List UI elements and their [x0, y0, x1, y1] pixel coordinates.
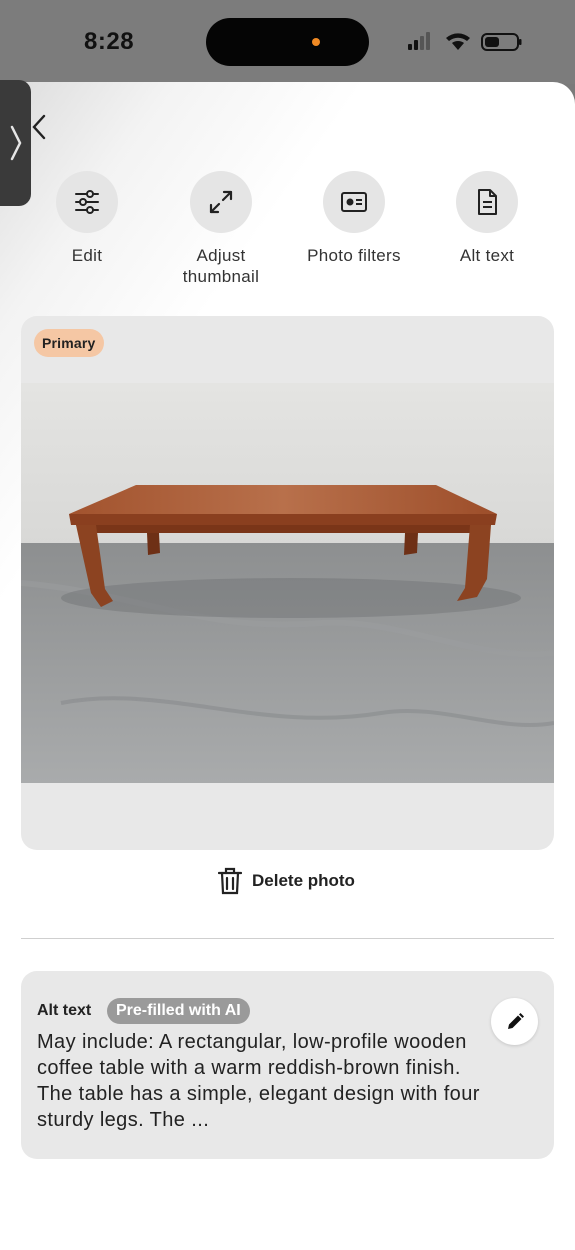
status-icons — [408, 30, 528, 54]
sliders-icon — [75, 190, 99, 214]
pencil-icon — [507, 1012, 524, 1029]
primary-badge: Primary — [34, 329, 104, 357]
ai-prefilled-badge: Pre-filled with AI — [107, 998, 250, 1024]
expand-arrows-icon — [209, 190, 233, 214]
status-bar: 8:28 — [0, 0, 575, 84]
edit-label: Edit — [71, 246, 103, 265]
alt-text-body: May include: A rectangular, low-profile … — [37, 1031, 480, 1131]
trash-icon — [218, 867, 242, 895]
cellular-signal-icon — [408, 32, 430, 50]
recording-indicator-icon — [312, 38, 320, 46]
edit-button[interactable]: Edit — [32, 171, 142, 266]
photo-filter-icon — [341, 192, 367, 212]
chevron-left-icon — [32, 114, 46, 140]
photo-filters-label: Photo filters — [307, 246, 401, 265]
coffee-table-photo[interactable] — [21, 383, 554, 783]
alt-text-button[interactable]: Alt text — [432, 171, 542, 266]
alt-text-label: Alt text — [459, 246, 515, 265]
document-icon — [478, 189, 497, 215]
photo-filters-circle[interactable] — [323, 171, 385, 233]
alt-text-circle[interactable] — [456, 171, 518, 233]
status-time: 8:28 — [84, 28, 135, 55]
adjust-thumbnail-label: Adjust thumbnail — [182, 246, 260, 286]
battery-icon — [481, 33, 522, 51]
adjust-thumbnail-circle[interactable] — [190, 171, 252, 233]
dynamic-island — [206, 18, 369, 66]
delete-photo-label: Delete photo — [252, 871, 355, 890]
adjust-thumbnail-button[interactable]: Adjust thumbnail — [166, 171, 276, 287]
chevron-right-icon — [10, 125, 21, 161]
alt-text-card[interactable]: Alt text Pre-filled with AI May include:… — [21, 971, 554, 1159]
delete-photo-button[interactable]: Delete photo — [218, 866, 355, 896]
divider — [21, 938, 554, 939]
edit-button-circle[interactable] — [56, 171, 118, 233]
back-button[interactable] — [24, 110, 54, 144]
photo-card[interactable]: Primary — [21, 316, 554, 850]
wifi-icon — [446, 33, 470, 50]
photo-filters-button[interactable]: Photo filters — [299, 171, 409, 266]
edit-alt-text-button[interactable] — [491, 998, 538, 1045]
alt-text-title: Alt text — [37, 1002, 92, 1019]
